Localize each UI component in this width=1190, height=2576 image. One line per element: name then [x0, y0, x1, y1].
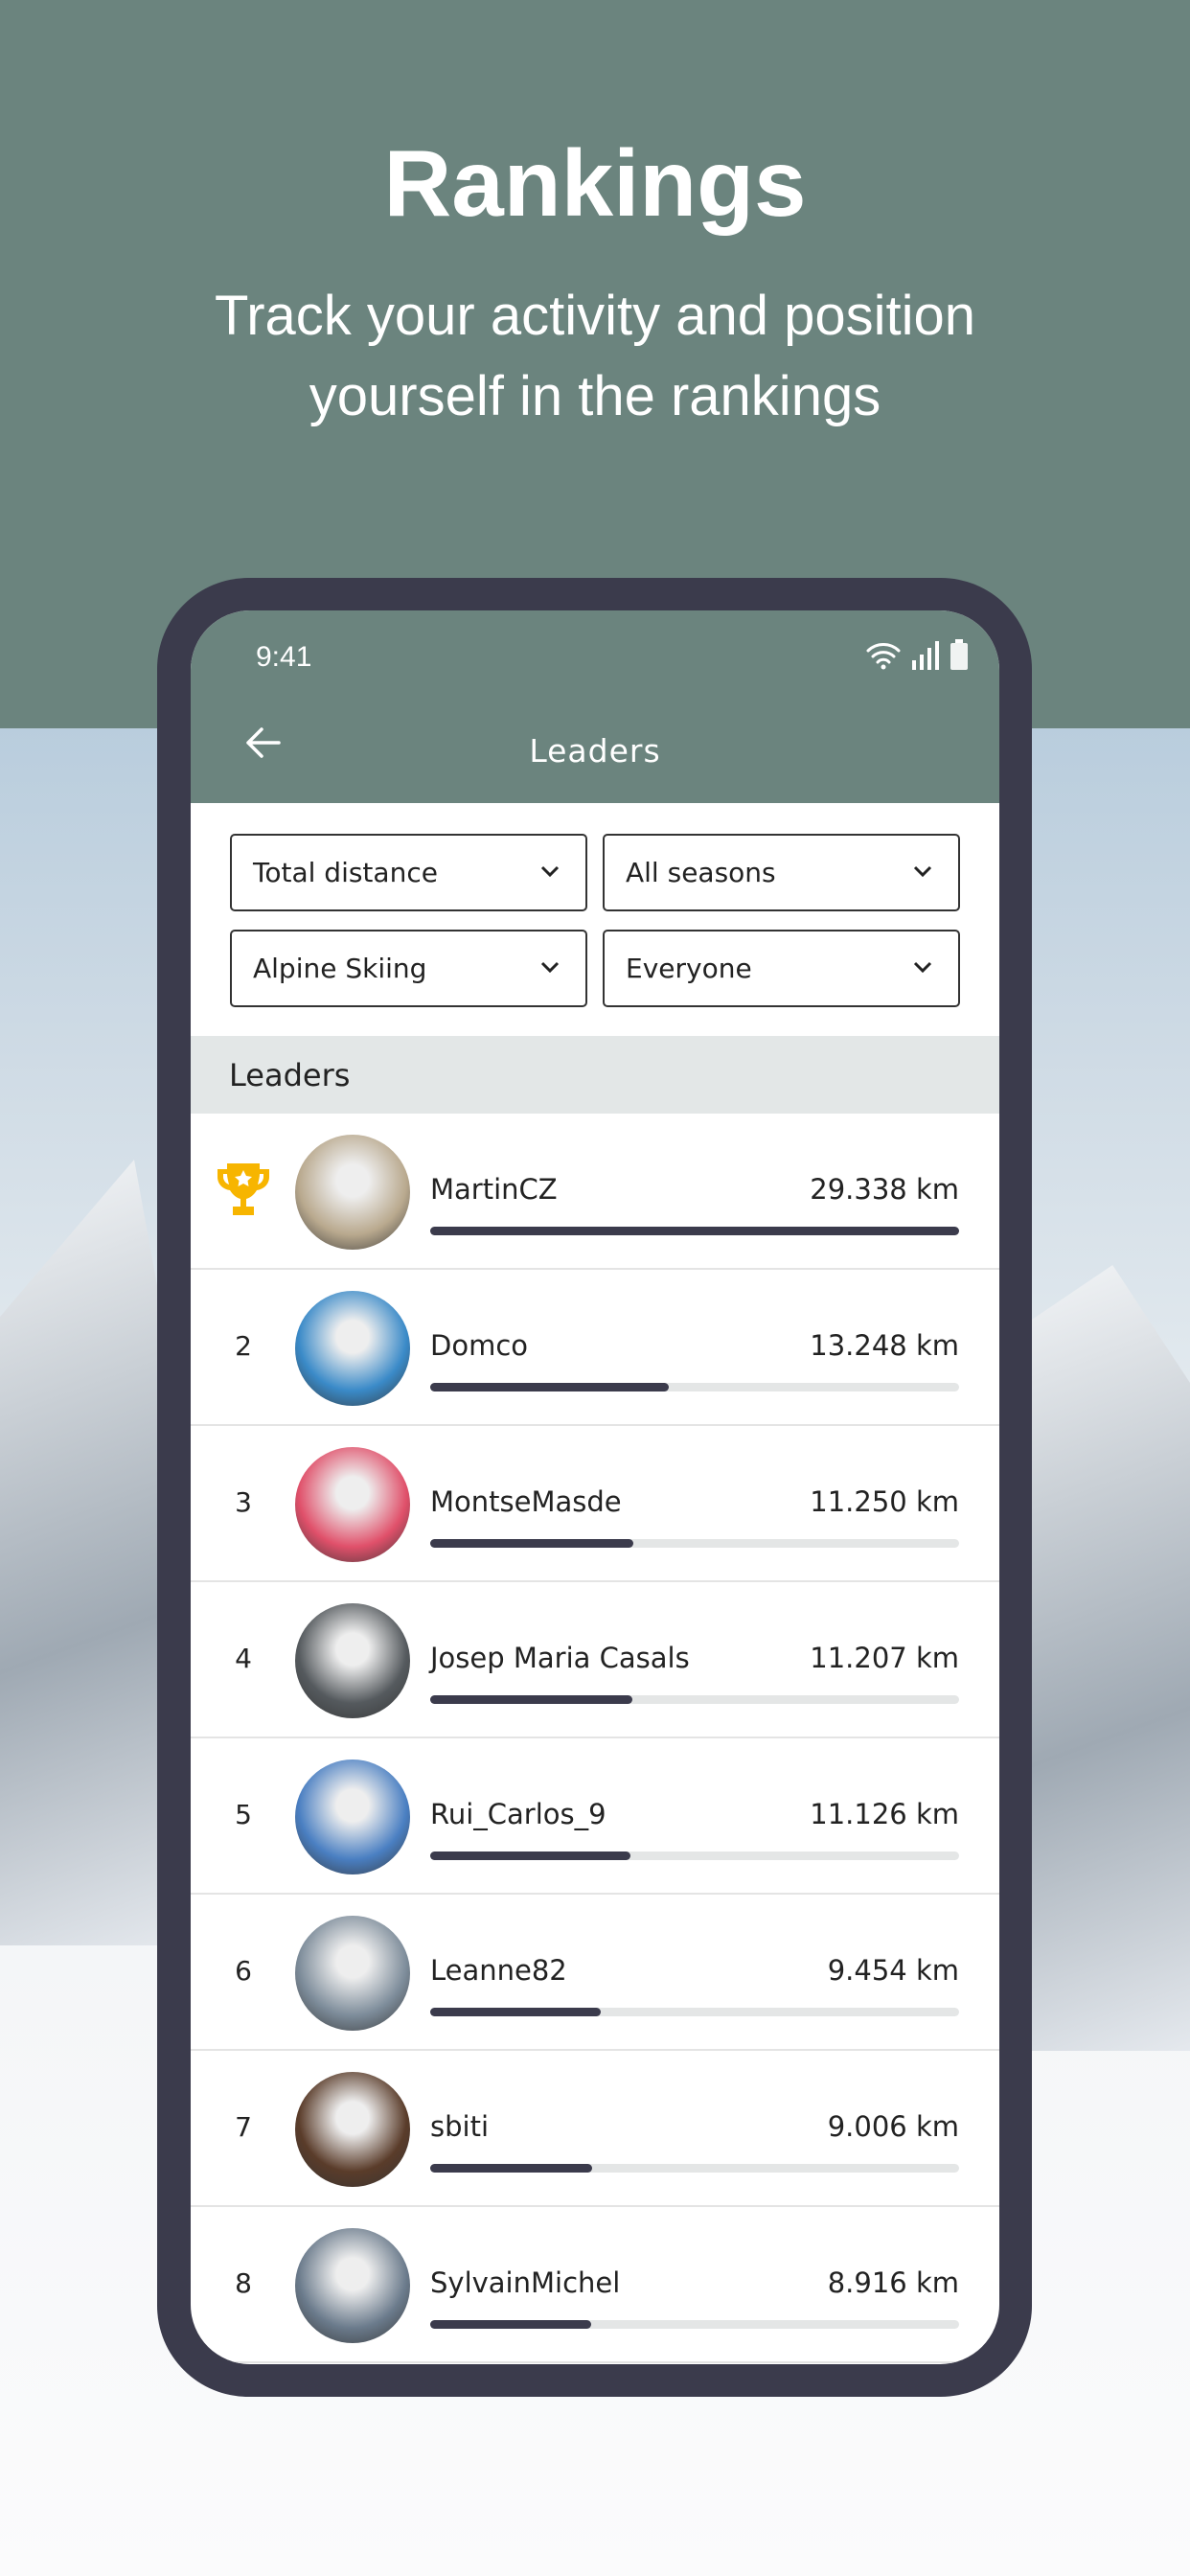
- avatar: [295, 1291, 410, 1406]
- progress-fill: [430, 2320, 591, 2329]
- leader-distance: 11.250 km: [810, 1485, 959, 1518]
- leader-distance: 11.207 km: [810, 1642, 959, 1674]
- rank-number: 5: [235, 1799, 252, 1830]
- phone-screen: 9:41 Leaders Total distance All seasons …: [191, 610, 999, 2364]
- leader-name: Rui_Carlos_9: [430, 1798, 606, 1830]
- metric-dropdown[interactable]: Total distance: [230, 834, 587, 911]
- leader-name: Domco: [430, 1329, 529, 1362]
- avatar: [295, 1447, 410, 1562]
- progress-fill: [430, 2164, 593, 2173]
- chevron-down-icon: [540, 961, 560, 974]
- progress-fill: [430, 2008, 601, 2016]
- leader-name: MartinCZ: [430, 1173, 558, 1206]
- progress-fill: [430, 1539, 633, 1548]
- leader-distance: 9.454 km: [827, 1954, 959, 1987]
- leader-distance: 29.338 km: [810, 1173, 959, 1206]
- progress-track: [430, 2320, 959, 2329]
- chevron-down-icon: [913, 865, 932, 878]
- leader-row[interactable]: 4 Josep Maria Casals 11.207 km: [191, 1582, 999, 1738]
- dropdown-value: All seasons: [626, 857, 776, 888]
- avatar: [295, 2228, 410, 2343]
- app-title: Leaders: [529, 732, 661, 770]
- avatar: [295, 1603, 410, 1718]
- leader-name: SylvainMichel: [430, 2266, 621, 2299]
- hero-subtitle: Track your activity and position yoursel…: [0, 276, 1190, 437]
- app-bar: 9:41 Leaders: [191, 610, 999, 803]
- status-time: 9:41: [256, 641, 312, 673]
- avatar: [295, 1916, 410, 2031]
- avatar: [295, 1135, 410, 1250]
- rank-number: 7: [235, 2111, 252, 2143]
- avatar: [295, 1760, 410, 1874]
- progress-track: [430, 2008, 959, 2016]
- leader-name: MontseMasde: [430, 1485, 622, 1518]
- rank-number: 6: [235, 1955, 252, 1987]
- subtitle-line: yourself in the rankings: [309, 365, 881, 427]
- audience-dropdown[interactable]: Everyone: [603, 930, 960, 1007]
- subtitle-line: Track your activity and position: [214, 285, 976, 347]
- leader-name: Josep Maria Casals: [430, 1642, 690, 1674]
- dropdown-value: Total distance: [253, 857, 438, 888]
- progress-fill: [430, 1383, 670, 1392]
- progress-fill: [430, 1227, 959, 1235]
- hero-title: Rankings: [383, 130, 807, 236]
- leader-row[interactable]: 3 MontseMasde 11.250 km: [191, 1426, 999, 1582]
- chevron-down-icon: [540, 865, 560, 878]
- rank-number: 3: [235, 1486, 252, 1518]
- avatar: [295, 2072, 410, 2187]
- leader-row[interactable]: 8 SylvainMichel 8.916 km: [191, 2207, 999, 2363]
- dropdown-value: Alpine Skiing: [253, 953, 427, 984]
- rank-number: 4: [235, 1643, 252, 1674]
- season-dropdown[interactable]: All seasons: [603, 834, 960, 911]
- wifi-icon: [866, 643, 901, 670]
- progress-fill: [430, 1852, 631, 1860]
- signal-icon: [912, 641, 939, 670]
- leader-row[interactable]: 7 sbiti 9.006 km: [191, 2051, 999, 2207]
- rank-number: 2: [235, 1330, 252, 1362]
- leader-distance: 8.916 km: [827, 2266, 959, 2299]
- battery-icon: [950, 639, 968, 670]
- leader-distance: 11.126 km: [810, 1798, 959, 1830]
- status-icons: [865, 639, 969, 670]
- leader-distance: 13.248 km: [810, 1329, 959, 1362]
- progress-track: [430, 1383, 959, 1392]
- phone-frame: 9:41 Leaders Total distance All seasons …: [157, 578, 1032, 2397]
- chevron-down-icon: [913, 961, 932, 974]
- trophy-icon: [216, 1160, 271, 1224]
- progress-track: [430, 2164, 959, 2173]
- progress-track: [430, 1852, 959, 1860]
- progress-track: [430, 1695, 959, 1704]
- leader-row[interactable]: 2 Domco 13.248 km: [191, 1270, 999, 1426]
- progress-track: [430, 1227, 959, 1235]
- sport-dropdown[interactable]: Alpine Skiing: [230, 930, 587, 1007]
- leader-name: sbiti: [430, 2110, 490, 2143]
- leader-name: Leanne82: [430, 1954, 567, 1987]
- leader-row[interactable]: MartinCZ 29.338 km: [191, 1114, 999, 1270]
- leader-distance: 9.006 km: [827, 2110, 959, 2143]
- rank-number: 8: [235, 2267, 252, 2299]
- dropdown-value: Everyone: [626, 953, 752, 984]
- leader-row[interactable]: 6 Leanne82 9.454 km: [191, 1895, 999, 2051]
- progress-track: [430, 1539, 959, 1548]
- leader-row[interactable]: 5 Rui_Carlos_9 11.126 km: [191, 1738, 999, 1895]
- section-header: Leaders: [191, 1036, 999, 1114]
- progress-fill: [430, 1695, 632, 1704]
